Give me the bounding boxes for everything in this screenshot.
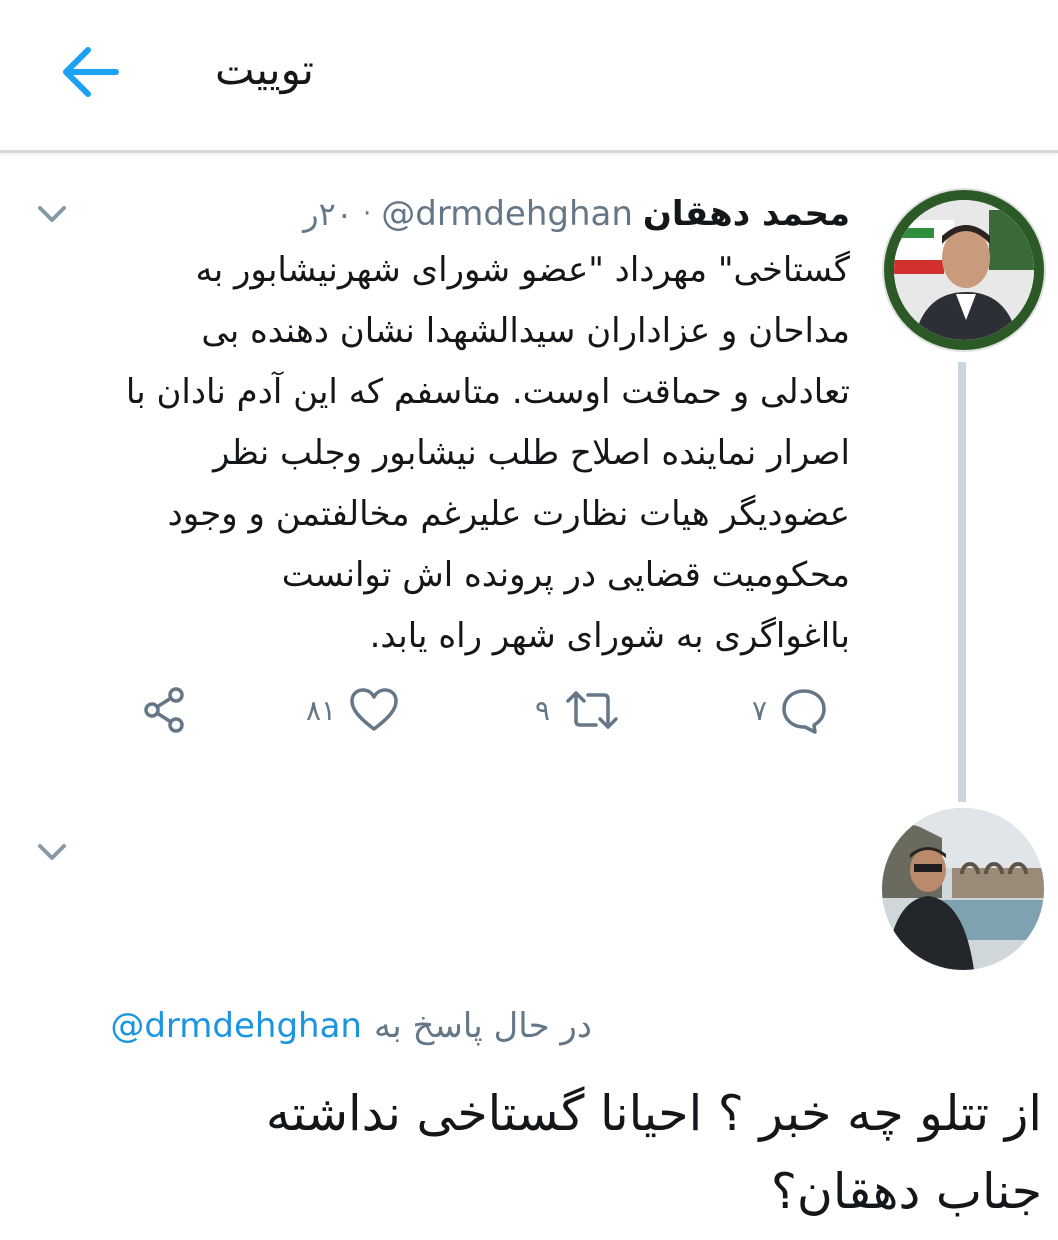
- chevron-down-icon: [38, 206, 66, 222]
- share-icon: [144, 687, 184, 733]
- tweet-text-line: بااغواگری به شورای شهر راه یابد.: [369, 616, 850, 656]
- tweet-text-line: عضودیگر هیات نظارت علیرغم مخالفتمن و وجو…: [167, 494, 850, 534]
- tweet-text-line: مداحان و عزاداران سیدالشهدا نشان دهنده ب…: [201, 311, 850, 351]
- avatar-photo: [894, 200, 1034, 340]
- tweet-text-line: اصرار نماینده اصلاح طلب نیشابور وجلب نظر: [213, 433, 850, 473]
- author-avatar[interactable]: [884, 190, 1044, 350]
- author-handle[interactable]: @drmdehghan: [381, 194, 633, 234]
- reply-count: ۷: [752, 693, 768, 727]
- page-title: توییت: [215, 45, 314, 94]
- author-name[interactable]: محمد دهقان: [643, 194, 850, 234]
- reply-text: از تتلو چه خبر ؟ احیانا گستاخی نداشته جن…: [22, 1075, 1042, 1231]
- tweet-text: گستاخی" مهرداد "عضو شورای شهرنیشابور به …: [40, 240, 850, 667]
- comment-icon: [782, 689, 826, 734]
- tweet-text-line: گستاخی" مهرداد "عضو شورای شهرنیشابور به: [195, 250, 850, 290]
- tweet-options-button[interactable]: [34, 202, 70, 226]
- tweet-actions: ۷ ۹ ۸۱: [0, 680, 1058, 740]
- reply-author-avatar[interactable]: [882, 808, 1044, 970]
- replying-to-label: در حال پاسخ به: [373, 1006, 592, 1046]
- tweet-text-line: تعادلی و حماقت اوست. متاسفم که این آدم ن…: [125, 372, 850, 412]
- reply-text-line: از تتلو چه خبر ؟ احیانا گستاخی نداشته: [265, 1085, 1042, 1142]
- tweet-timestamp[interactable]: ۲۰ر: [303, 195, 353, 233]
- replying-to-handle[interactable]: @drmdehghan: [110, 1006, 362, 1046]
- back-button[interactable]: [58, 40, 122, 104]
- heart-icon: [350, 688, 398, 731]
- tweet-header: محمد دهقان @drmdehghan · ۲۰ر: [303, 190, 850, 238]
- separator-dot: ·: [362, 199, 372, 229]
- like-count: ۸۱: [306, 693, 337, 727]
- chevron-down-icon: [38, 844, 66, 860]
- retweet-icon: [566, 691, 618, 729]
- tweet-text-line: محکومیت قضایی در پرونده اش توانست: [281, 555, 850, 595]
- like-button[interactable]: ۸۱: [306, 680, 400, 740]
- reply-options-button[interactable]: [34, 840, 70, 864]
- avatar-photo: [882, 808, 1044, 970]
- reply-text-line: جناب دهقان؟: [770, 1163, 1042, 1220]
- share-button[interactable]: [140, 680, 190, 740]
- top-bar: توییت: [0, 0, 1058, 153]
- retweet-count: ۹: [535, 693, 551, 727]
- reply-button[interactable]: ۷: [752, 680, 829, 740]
- arrow-left-icon: [63, 47, 119, 97]
- retweet-button[interactable]: ۹: [535, 680, 622, 740]
- replying-to: در حال پاسخ به @drmdehghan: [110, 1006, 592, 1046]
